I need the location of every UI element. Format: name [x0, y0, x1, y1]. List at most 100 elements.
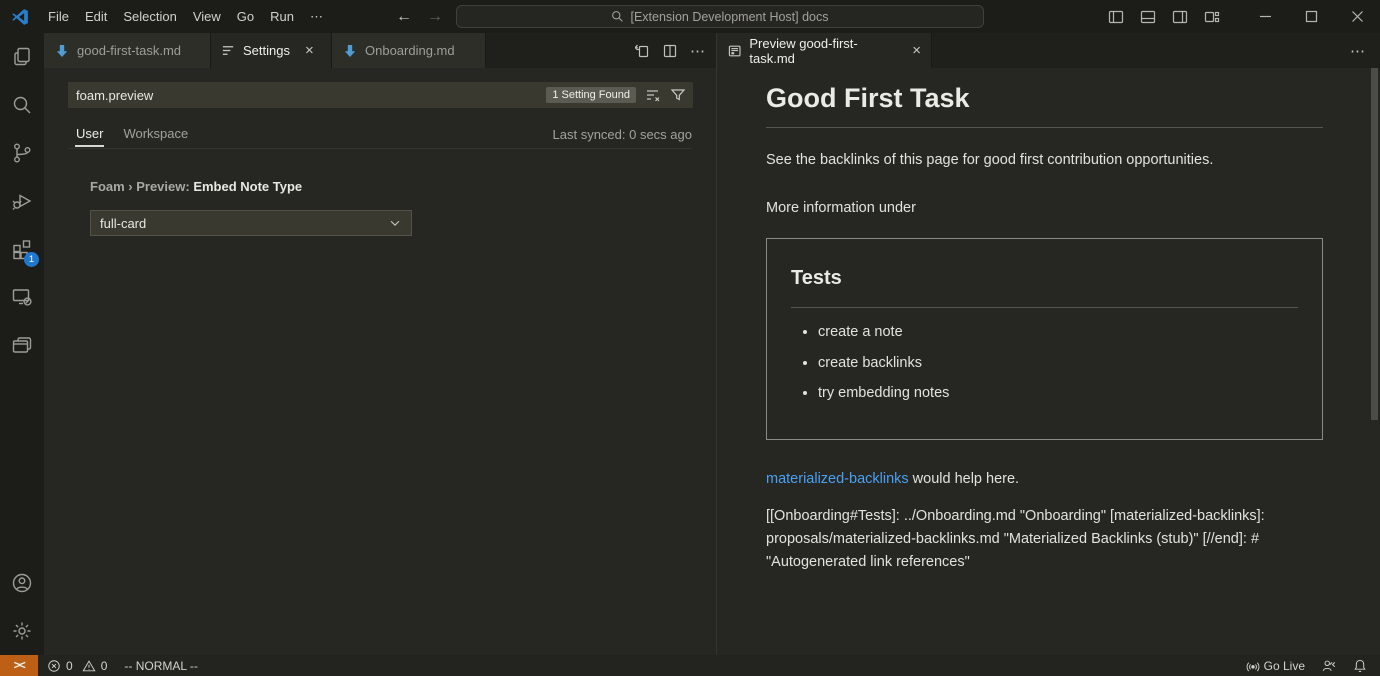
warning-count: 0: [101, 659, 108, 673]
account-icon: [10, 571, 34, 595]
embedded-note-card: Tests create a note create backlinks try…: [766, 238, 1323, 439]
close-tab-icon[interactable]: ×: [305, 43, 314, 58]
activity-item-remote-explorer[interactable]: [0, 273, 44, 321]
editor-group-right: Preview good-first-task.md × ⋯ Good Firs…: [717, 33, 1380, 655]
tab-label: Settings: [243, 43, 290, 58]
menu-item-view[interactable]: View: [185, 6, 229, 27]
status-bar: >< 0 0 -- NORMAL -- Go Live: [0, 655, 1380, 676]
extensions-badge: 1: [24, 252, 39, 267]
scope-tab-user[interactable]: User: [68, 121, 111, 148]
embedded-note-title: Tests: [791, 263, 1298, 308]
files-icon: [10, 45, 34, 69]
settings-editor: 1 Setting Found User Workspace Last sync…: [44, 68, 716, 655]
menu-item-go[interactable]: Go: [229, 6, 262, 27]
accounts-button[interactable]: [0, 559, 44, 607]
link-suffix-text: would help here.: [909, 471, 1019, 487]
left-tab-actions: ⋯: [634, 33, 706, 68]
right-tab-actions: ⋯: [1350, 33, 1366, 68]
search-icon: [611, 10, 624, 23]
menu-item-file[interactable]: File: [40, 6, 77, 27]
settings-search-input[interactable]: [68, 82, 546, 108]
preview-heading: Good First Task: [766, 82, 1323, 128]
menu-item-run[interactable]: Run: [262, 6, 302, 27]
tab-preview-good-first-task[interactable]: Preview good-first-task.md ×: [717, 33, 932, 68]
menu-item-selection[interactable]: Selection: [115, 6, 184, 27]
settings-editor-icon: [221, 43, 236, 58]
windows-icon: [10, 333, 34, 357]
markdown-preview: Good First Task See the backlinks of thi…: [717, 68, 1380, 655]
activity-item-windows[interactable]: [0, 321, 44, 369]
go-live-button[interactable]: Go Live: [1246, 659, 1305, 673]
bell-icon[interactable]: [1353, 658, 1367, 673]
last-synced-label: Last synced: 0 secs ago: [553, 127, 692, 142]
open-settings-json-icon[interactable]: [634, 43, 650, 59]
activity-item-search[interactable]: [0, 81, 44, 129]
setting-item-embed-note-type: Foam › Preview: Embed Note Type full-car…: [90, 179, 412, 236]
list-item: create a note: [818, 321, 1298, 343]
menu-item-edit[interactable]: Edit: [77, 6, 115, 27]
preview-paragraph: See the backlinks of this page for good …: [766, 149, 1323, 171]
setting-title: Foam › Preview: Embed Note Type: [90, 179, 412, 194]
split-editor-icon[interactable]: [662, 43, 678, 59]
filter-icon[interactable]: [670, 87, 686, 103]
feedback-icon[interactable]: [1321, 658, 1337, 673]
close-tab-icon[interactable]: ×: [912, 43, 921, 58]
editor-group-left: good-first-task.md Settings × Onboarding…: [44, 33, 716, 655]
select-value: full-card: [100, 216, 146, 231]
gear-icon: [10, 619, 34, 643]
vim-mode-indicator[interactable]: -- NORMAL --: [124, 659, 198, 673]
command-center-search[interactable]: [Extension Development Host] docs: [456, 5, 984, 28]
command-center-label: [Extension Development Host] docs: [630, 10, 828, 24]
scope-tab-label: User: [76, 126, 103, 141]
toggle-panel-icon[interactable]: [1132, 0, 1164, 33]
markdown-preview-icon: [727, 43, 742, 59]
materialized-backlinks-link[interactable]: materialized-backlinks: [766, 471, 909, 487]
back-icon[interactable]: ←: [396, 8, 412, 26]
link-references-text: [[Onboarding#Tests]: ../Onboarding.md "O…: [766, 505, 1306, 574]
preview-paragraph: More information under: [766, 197, 1323, 219]
tab-good-first-task[interactable]: good-first-task.md: [44, 33, 211, 68]
scope-tab-workspace[interactable]: Workspace: [115, 121, 196, 148]
list-item: create backlinks: [818, 352, 1298, 374]
embed-note-type-select[interactable]: full-card: [90, 210, 412, 236]
customize-layout-icon[interactable]: [1196, 0, 1228, 33]
warning-icon: [82, 659, 96, 673]
problems-indicator[interactable]: 0 0: [47, 659, 107, 673]
more-actions-icon[interactable]: ⋯: [690, 42, 706, 60]
run-debug-icon: [10, 189, 34, 213]
error-count: 0: [66, 659, 73, 673]
remote-indicator[interactable]: ><: [0, 655, 38, 676]
settings-scope-row: User Workspace Last synced: 0 secs ago: [68, 120, 692, 149]
more-actions-icon[interactable]: ⋯: [1350, 42, 1366, 60]
right-tab-bar: Preview good-first-task.md × ⋯: [717, 33, 1380, 68]
menu-overflow-icon[interactable]: ⋯: [302, 6, 332, 28]
markdown-file-icon: [342, 43, 358, 59]
minimize-button[interactable]: [1242, 0, 1288, 33]
tab-settings[interactable]: Settings ×: [211, 33, 332, 68]
status-bar-right: Go Live: [1246, 658, 1367, 673]
tab-label: Onboarding.md: [365, 43, 455, 58]
editor-group-sash[interactable]: [716, 33, 717, 655]
source-control-icon: [10, 141, 34, 165]
tab-onboarding[interactable]: Onboarding.md: [332, 33, 486, 68]
activity-item-run-debug[interactable]: [0, 177, 44, 225]
toggle-secondary-sidebar-icon[interactable]: [1164, 0, 1196, 33]
chevron-down-icon: [388, 216, 402, 230]
error-icon: [47, 659, 61, 673]
activity-item-extensions[interactable]: 1: [0, 225, 44, 273]
activity-item-source-control[interactable]: [0, 129, 44, 177]
manage-button[interactable]: [0, 607, 44, 655]
close-window-button[interactable]: [1334, 0, 1380, 33]
clear-filters-icon[interactable]: [645, 87, 661, 103]
maximize-button[interactable]: [1288, 0, 1334, 33]
preview-scrollbar-thumb[interactable]: [1371, 68, 1378, 420]
setting-category: Foam › Preview:: [90, 179, 193, 194]
toggle-primary-sidebar-icon[interactable]: [1100, 0, 1132, 33]
remote-explorer-icon: [10, 285, 34, 309]
activity-item-explorer[interactable]: [0, 33, 44, 81]
menubar: File Edit Selection View Go Run ⋯: [40, 6, 332, 28]
search-icon: [10, 93, 34, 117]
embedded-note-list: create a note create backlinks try embed…: [791, 321, 1298, 404]
list-item: try embedding notes: [818, 382, 1298, 404]
markdown-file-icon: [54, 43, 70, 59]
